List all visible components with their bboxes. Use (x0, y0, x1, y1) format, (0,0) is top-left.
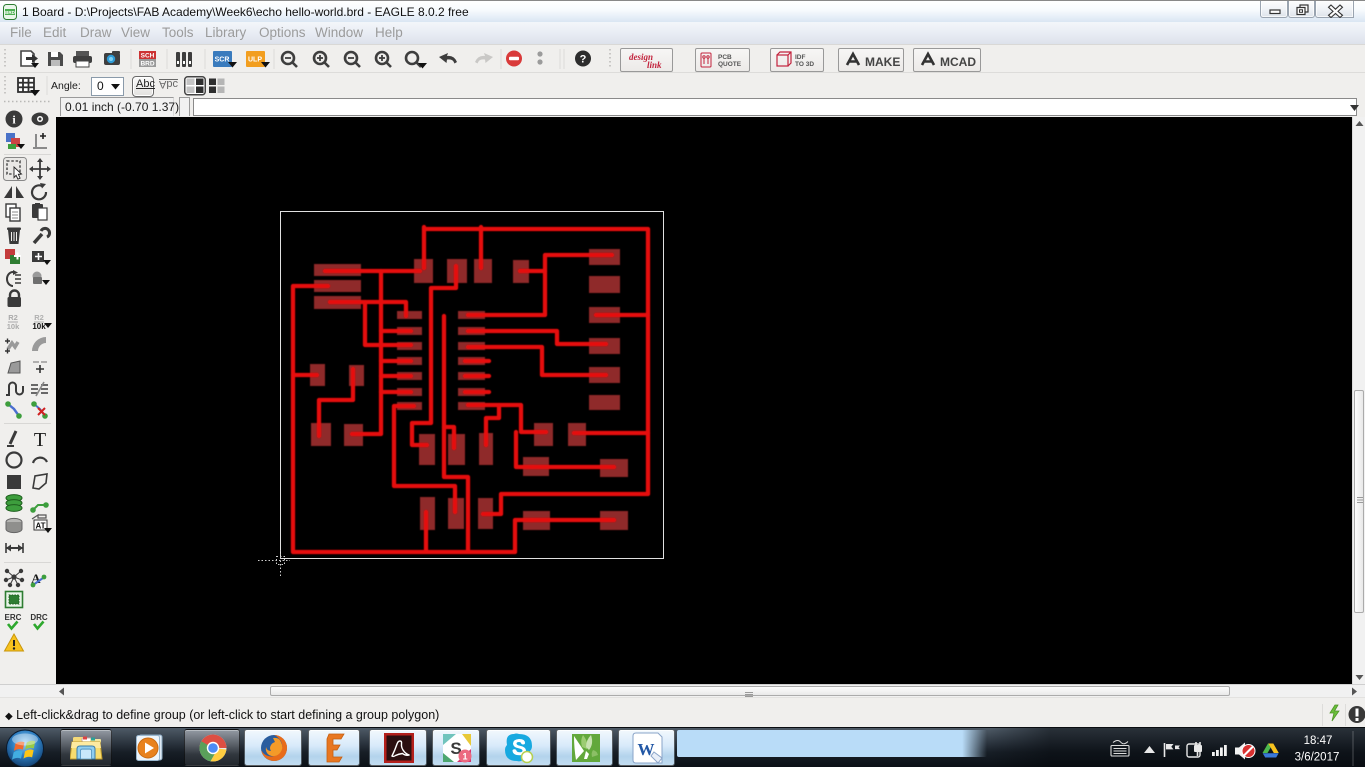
svg-text:R2: R2 (34, 313, 44, 322)
svg-text:3/6/2017: 3/6/2017 (1295, 752, 1340, 764)
svg-text:IDF: IDF (795, 54, 806, 61)
svg-text:R2: R2 (8, 313, 18, 322)
svg-text:SCH: SCH (141, 53, 155, 60)
svg-text:10k: 10k (7, 322, 20, 331)
svg-text:BRD: BRD (5, 10, 15, 15)
svg-text:SCR: SCR (215, 57, 230, 64)
svg-text:QUOTE: QUOTE (718, 61, 742, 68)
svg-text:AT: AT (35, 522, 45, 531)
svg-text:link: link (647, 60, 662, 70)
svg-text:W: W (638, 740, 655, 759)
svg-text:T: T (34, 429, 46, 451)
svg-text:TO 3D: TO 3D (795, 61, 814, 68)
svg-text:ULP: ULP (248, 57, 262, 64)
svg-text:10k: 10k (32, 322, 46, 331)
svg-text:BRD: BRD (140, 61, 154, 68)
svg-text:PCB: PCB (718, 54, 732, 61)
svg-text:MAKE: MAKE (865, 55, 900, 69)
svg-text:MCAD: MCAD (940, 55, 976, 69)
svg-text:1: 1 (462, 752, 467, 762)
svg-text:?: ? (580, 54, 587, 66)
svg-text:18:47: 18:47 (1304, 735, 1333, 747)
svg-text:ERC: ERC (5, 613, 22, 622)
svg-text:DRC: DRC (30, 613, 48, 622)
